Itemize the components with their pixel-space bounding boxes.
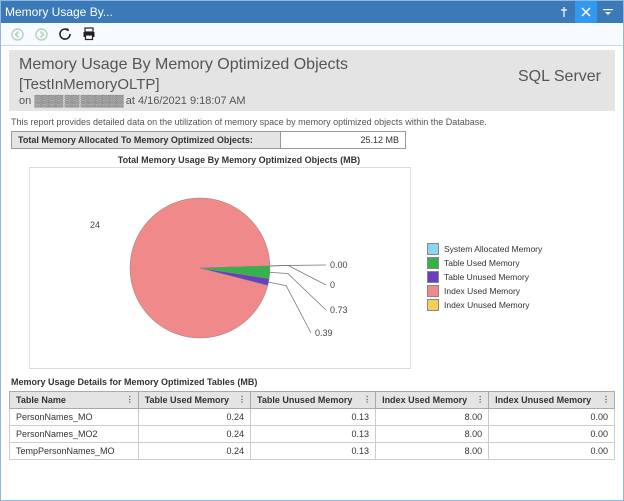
on-prefix: on [19,95,31,107]
cell: 8.00 [376,409,489,426]
report-header: Memory Usage By Memory Optimized Objects… [9,50,615,111]
window-menu-icon[interactable] [597,1,619,23]
pie-label: 24 [90,220,100,230]
cell: PersonNames_MO2 [10,426,139,443]
timestamp: at 4/16/2021 9:18:07 AM [126,95,246,107]
legend-swatch [427,271,439,283]
legend-label: System Allocated Memory [444,242,542,256]
legend-swatch [427,257,439,269]
legend-swatch [427,285,439,297]
titlebar: Memory Usage By... [1,1,623,23]
details-title: Memory Usage Details for Memory Optimize… [11,377,613,387]
details-table: Table Name⋮Table Used Memory⋮Table Unuse… [9,391,615,460]
legend-label: Index Used Memory [444,284,520,298]
cell: 0.24 [138,443,250,460]
refresh-icon[interactable] [57,26,73,42]
cell: 0.24 [138,426,250,443]
product-label: SQL Server [518,68,601,86]
cell: 0.13 [251,409,376,426]
legend-item: Index Unused Memory [427,298,542,312]
report-description: This report provides detailed data on th… [11,117,613,127]
legend-item: System Allocated Memory [427,242,542,256]
window-title: Memory Usage By... [5,5,113,19]
legend-label: Table Used Memory [444,256,520,270]
column-header[interactable]: Index Used Memory⋮ [376,392,489,409]
column-menu-icon[interactable]: ⋮ [126,398,134,402]
allocated-row: Total Memory Allocated To Memory Optimiz… [11,131,613,149]
cell: 0.00 [489,426,615,443]
column-menu-icon[interactable]: ⋮ [363,398,371,402]
pie-label: 0.73 [330,305,348,315]
chart-legend: System Allocated MemoryTable Used Memory… [427,242,542,312]
toolbar [1,23,623,46]
cell: TempPersonNames_MO [10,443,139,460]
cell: 0.00 [489,409,615,426]
cell: 0.24 [138,409,250,426]
pin-icon[interactable] [553,1,575,23]
back-icon [9,26,25,42]
column-header[interactable]: Index Unused Memory⋮ [489,392,615,409]
pie-chart: 24 0.00 0 0.73 0.39 [29,167,411,369]
cell: PersonNames_MO [10,409,139,426]
close-icon[interactable] [575,1,597,23]
report-window: Memory Usage By... Memory Usage By Memor… [0,0,624,501]
cell: 8.00 [376,443,489,460]
report-content: Memory Usage By Memory Optimized Objects… [1,46,623,500]
allocated-value: 25.12 MB [281,131,406,149]
column-menu-icon[interactable]: ⋮ [602,398,610,402]
table-row: TempPersonNames_MO0.240.138.000.00 [10,443,615,460]
column-header[interactable]: Table Name⋮ [10,392,139,409]
column-menu-icon[interactable]: ⋮ [238,398,246,402]
legend-label: Index Unused Memory [444,298,530,312]
chart-title: Total Memory Usage By Memory Optimized O… [49,155,429,165]
legend-swatch [427,299,439,311]
column-header[interactable]: Table Unused Memory⋮ [251,392,376,409]
legend-swatch [427,243,439,255]
pie-label: 0.39 [315,328,333,338]
host-blur: ▓▓▓▓ ▓▓ ▓▓▓▓▓▓ [34,95,122,107]
forward-icon [33,26,49,42]
print-icon[interactable] [81,26,97,42]
chart-area: Total Memory Usage By Memory Optimized O… [9,155,615,369]
allocated-label: Total Memory Allocated To Memory Optimiz… [11,131,281,149]
cell: 0.13 [251,426,376,443]
legend-item: Index Used Memory [427,284,542,298]
cell: 0.00 [489,443,615,460]
column-header[interactable]: Table Used Memory⋮ [138,392,250,409]
cell: 0.13 [251,443,376,460]
table-row: PersonNames_MO0.240.138.000.00 [10,409,615,426]
pie-label: 0.00 [330,260,348,270]
cell: 8.00 [376,426,489,443]
pie-label: 0 [330,280,335,290]
legend-item: Table Used Memory [427,256,542,270]
report-timestamp: on ▓▓▓▓ ▓▓ ▓▓▓▓▓▓ at 4/16/2021 9:18:07 A… [19,95,605,107]
legend-item: Table Unused Memory [427,270,542,284]
column-menu-icon[interactable]: ⋮ [476,398,484,402]
legend-label: Table Unused Memory [444,270,529,284]
table-row: PersonNames_MO20.240.138.000.00 [10,426,615,443]
